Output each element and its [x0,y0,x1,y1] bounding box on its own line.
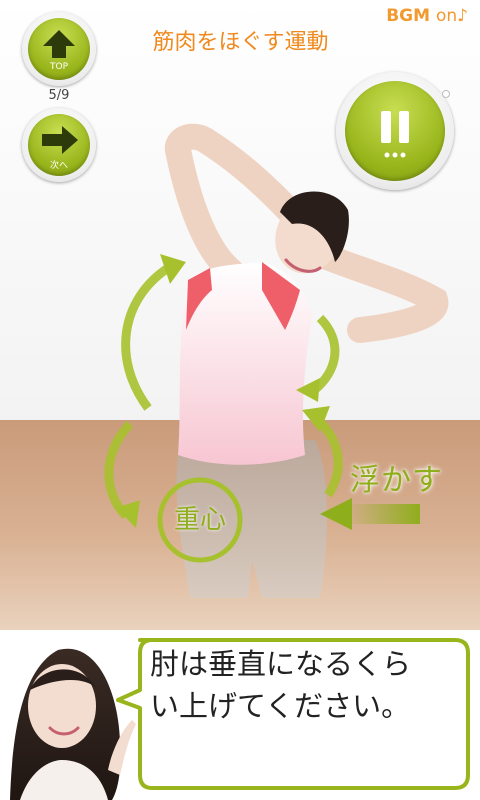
page-counter: 5/9 [48,88,70,103]
bgm-toggle[interactable]: BGM on♪ [386,6,468,26]
instruction-text: 肘は垂直になるくら い上げてください。 [150,643,465,727]
next-button[interactable]: 次へ [22,108,96,182]
top-button[interactable]: TOP [22,12,96,86]
bgm-state: on♪ [435,6,468,26]
instruction-line-2: い上げてください。 [150,689,411,723]
exercise-scene: TOP 5/9 次へ 筋肉をほぐす運動 BGM on♪ 浮かす 重心 [0,0,480,630]
bgm-label: BGM [386,6,431,26]
next-button-label: 次へ [49,161,68,171]
instruction-line-1: 肘は垂直になるくら [150,647,412,681]
top-button-label: TOP [49,62,68,72]
float-label: 浮かす [350,463,443,498]
page-title: 筋肉をほぐす運動 [152,30,329,55]
pause-button[interactable] [336,72,454,190]
pause-icon [381,111,409,158]
center-of-gravity-label: 重心 [173,505,226,535]
